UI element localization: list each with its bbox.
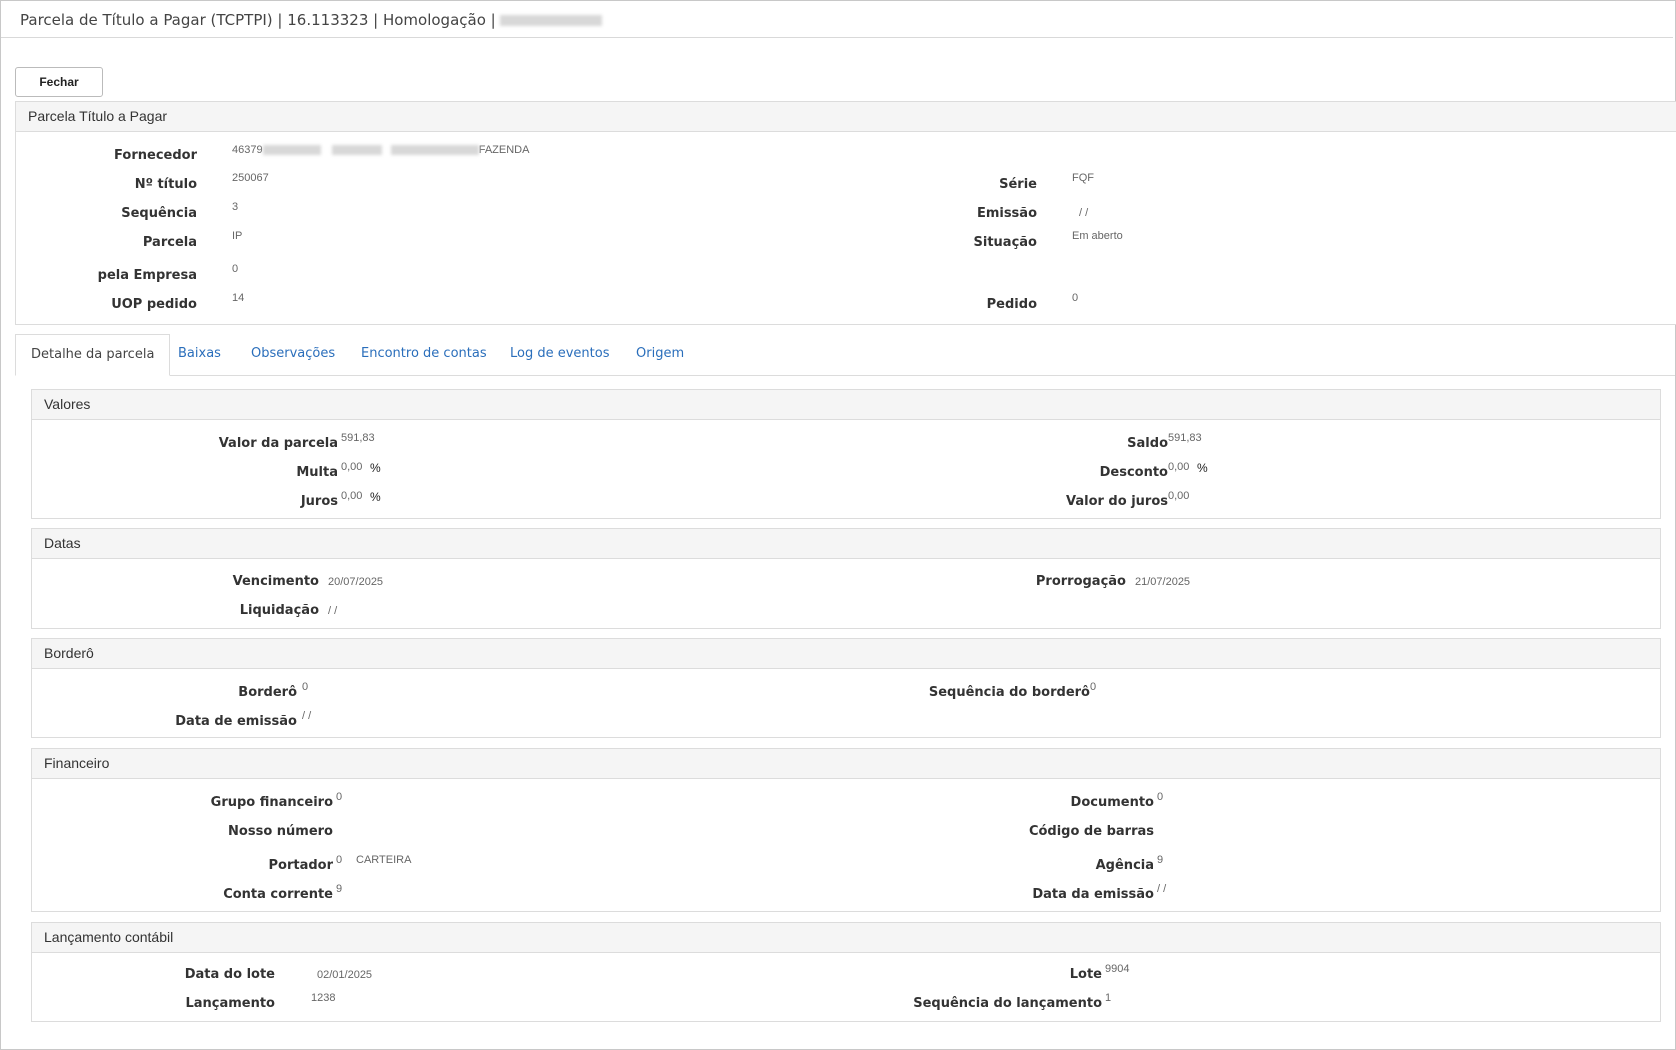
valores-title: Valores (32, 390, 1660, 420)
fornecedor-name: FAZENDA (478, 144, 530, 156)
datas-panel: Datas Vencimento 20/07/2025 Prorrogação … (31, 528, 1661, 629)
serie-label: Série (999, 177, 1037, 192)
data-lote-value: 02/01/2025 (317, 969, 373, 981)
seq-lancamento-value: 1 (1105, 992, 1112, 1004)
vencimento-label: Vencimento (232, 574, 319, 589)
financeiro-panel: Financeiro Grupo financeiro 0 Documento … (31, 748, 1661, 912)
multa-label: Multa (296, 465, 338, 480)
lancamento-value: 1238 (311, 992, 336, 1004)
documento-value: 0 (1157, 791, 1164, 803)
lote-value: 9904 (1105, 963, 1130, 975)
situacao-value: Em aberto (1072, 230, 1123, 242)
lote-label: Lote (1069, 967, 1102, 982)
redacted-fornecedor-3 (390, 145, 479, 156)
close-button[interactable]: Fechar (15, 67, 103, 97)
agencia-label: Agência (1095, 858, 1154, 873)
financeiro-title: Financeiro (32, 749, 1660, 779)
numero-titulo-label: Nº título (134, 177, 197, 192)
fornecedor-code: 46379 (232, 144, 263, 156)
data-lote-label: Data do lote (184, 967, 275, 982)
multa-percent: % (370, 461, 381, 475)
bordero-title: Borderô (32, 639, 1660, 669)
conta-corrente-label: Conta corrente (223, 887, 333, 902)
valores-panel: Valores Valor da parcela 591,83 Saldo 59… (31, 389, 1661, 519)
data-emissao-fin-label: Data da emissão (1032, 887, 1154, 902)
tab-detalhe-parcela[interactable]: Detalhe da parcela (15, 334, 171, 376)
desconto-label: Desconto (1099, 465, 1168, 480)
parcela-panel-title: Parcela Título a Pagar (16, 102, 1676, 132)
data-emissao-bordero-label: Data de emissão (175, 714, 297, 729)
saldo-value: 591,83 (1168, 432, 1202, 444)
data-emissao-bordero-value: / / (302, 710, 312, 722)
juros-percent: % (370, 490, 381, 504)
desconto-percent: % (1197, 461, 1208, 475)
sequencia-label: Sequência (121, 206, 197, 221)
lancamento-panel: Lançamento contábil Data do lote 02/01/2… (31, 922, 1661, 1022)
valor-parcela-label: Valor da parcela (218, 436, 338, 451)
grupo-financeiro-label: Grupo financeiro (210, 795, 333, 810)
emissao-value: / / (1079, 207, 1089, 219)
parcela-value: IP (232, 230, 243, 242)
title-bar: Parcela de Título a Pagar (TCPTPI) | 16.… (1, 1, 1673, 38)
tab-observacoes[interactable]: Observações (251, 334, 335, 374)
redacted-environment (500, 15, 603, 26)
conta-corrente-value: 9 (336, 883, 343, 895)
window-title-text: Parcela de Título a Pagar (TCPTPI) | 16.… (20, 11, 501, 29)
valor-juros-label: Valor do juros (1065, 494, 1168, 509)
datas-title: Datas (32, 529, 1660, 559)
numero-titulo-value: 250067 (232, 172, 269, 184)
fornecedor-label: Fornecedor (114, 148, 197, 163)
documento-label: Documento (1070, 795, 1154, 810)
empresa-label: pela Empresa (97, 268, 197, 283)
prorrogacao-value: 21/07/2025 (1135, 576, 1191, 588)
emissao-label: Emissão (976, 206, 1037, 221)
tab-bar: Detalhe da parcela Baixas Observações En… (15, 334, 1675, 376)
lancamento-title: Lançamento contábil (32, 923, 1660, 953)
nosso-numero-label: Nosso número (228, 824, 333, 839)
portador-label: Portador (268, 858, 333, 873)
tab-encontro-contas[interactable]: Encontro de contas (361, 334, 487, 374)
valor-juros-value: 0,00 (1168, 490, 1190, 502)
fornecedor-value: 46379 FAZENDA (232, 144, 529, 156)
empresa-value: 0 (232, 263, 239, 275)
redacted-fornecedor-1 (262, 145, 321, 156)
parcela-panel: Parcela Título a Pagar Fornecedor 46379 … (15, 101, 1676, 325)
situacao-label: Situação (973, 235, 1037, 250)
bordero-panel: Borderô Borderô 0 Sequência do borderô 0… (31, 638, 1661, 738)
tab-baixas[interactable]: Baixas (178, 334, 221, 374)
agencia-value: 9 (1157, 854, 1164, 866)
window-title: Parcela de Título a Pagar (TCPTPI) | 16.… (20, 11, 603, 29)
multa-value: 0,00 (341, 461, 363, 473)
sequencia-value: 3 (232, 201, 239, 213)
liquidacao-label: Liquidação (239, 603, 319, 618)
portador-value: 0 (336, 854, 343, 866)
redacted-fornecedor-2 (331, 145, 382, 156)
vencimento-value: 20/07/2025 (328, 576, 384, 588)
codigo-barras-label: Código de barras (1028, 824, 1154, 839)
seq-lancamento-label: Sequência do lançamento (913, 996, 1102, 1011)
serie-value: FQF (1072, 172, 1094, 184)
valor-parcela-value: 591,83 (341, 432, 375, 444)
liquidacao-value: / / (328, 605, 338, 617)
tab-log-eventos[interactable]: Log de eventos (510, 334, 610, 374)
prorrogacao-label: Prorrogação (1035, 574, 1126, 589)
data-emissao-fin-value: / / (1157, 883, 1167, 895)
juros-value: 0,00 (341, 490, 363, 502)
pedido-label: Pedido (986, 297, 1037, 312)
bordero-value: 0 (302, 681, 309, 693)
pedido-value: 0 (1072, 292, 1079, 304)
desconto-value: 0,00 (1168, 461, 1190, 473)
saldo-label: Saldo (1127, 436, 1168, 451)
grupo-financeiro-value: 0 (336, 791, 343, 803)
bordero-label: Borderô (238, 685, 297, 700)
seq-bordero-label: Sequência do borderô (928, 685, 1090, 700)
parcela-label: Parcela (142, 235, 197, 250)
juros-label: Juros (300, 494, 338, 509)
seq-bordero-value: 0 (1090, 681, 1097, 693)
portador-name: CARTEIRA (356, 854, 412, 866)
uop-label: UOP pedido (111, 297, 197, 312)
tab-origem[interactable]: Origem (636, 334, 684, 374)
lancamento-label: Lançamento (185, 996, 275, 1011)
uop-value: 14 (232, 292, 245, 304)
